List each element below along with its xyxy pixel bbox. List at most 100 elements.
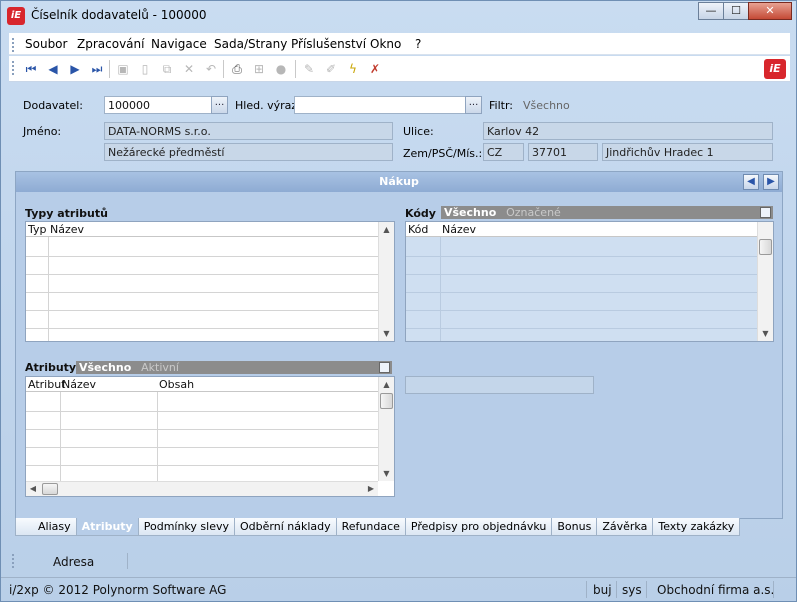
jmeno-label: Jméno: [23,125,62,138]
menu-prislusenstvi[interactable]: Příslušenství [291,37,366,51]
col-kod[interactable]: Kód [408,223,428,236]
col-nazev[interactable]: Název [50,223,84,236]
status-copyright: i/2xp © 2012 Polynorm Software AG [9,583,227,597]
col-atribut[interactable]: Atribut [28,378,66,391]
menu-okno[interactable]: Okno [370,37,401,51]
tree-icon[interactable]: ⊞ [251,61,267,77]
new-document-icon[interactable]: ▯ [137,61,153,77]
globe-icon[interactable]: ● [273,61,289,77]
atributy-filter-bar: Všechno Aktivní [76,361,392,374]
menu-help[interactable]: ? [415,37,421,51]
first-record-icon[interactable]: ⏮ [23,61,39,77]
scroll-thumb[interactable] [380,393,393,409]
status-db: sys [622,583,642,597]
adresa-button[interactable]: Adresa [53,555,94,569]
filtr-label: Filtr: [489,99,513,112]
print-icon[interactable]: ⎙ [229,61,245,77]
hled-vyraz-input[interactable] [294,96,466,114]
cancel-filter-icon[interactable]: ✗ [367,61,383,77]
status-user: buj [593,583,612,597]
title-bar: iE Číselník dodavatelů - 100000 — ☐ ✕ [1,1,796,31]
app-logo-icon: iE [7,7,25,25]
atributy-hscroll[interactable]: ◀ ▶ [26,481,378,496]
menu-navigace[interactable]: Navigace [151,37,207,51]
panel-next-icon[interactable]: ▶ [763,174,779,190]
tab-strip: Aliasy Atributy Podmínky slevy Odběrní n… [15,518,741,538]
panel-prev-icon[interactable]: ◀ [743,174,759,190]
panel-title: Nákup [16,172,782,192]
scroll-down-icon[interactable]: ▼ [379,326,394,341]
hscroll-thumb[interactable] [42,483,58,495]
tab-texty-zakazky[interactable]: Texty zakázky [652,518,741,536]
menu-sada-strany[interactable]: Sada/Strany [214,37,287,51]
kody-vscroll[interactable]: ▼ [757,222,773,341]
atributy-title: Atributy [25,361,77,374]
tab-atributy[interactable]: Atributy [75,518,139,536]
zem-field: CZ [483,143,524,161]
scroll-up-icon[interactable]: ▲ [379,222,394,237]
delete-icon[interactable]: ✕ [181,61,197,77]
misto-field: Jindřichův Hradec 1 [602,143,773,161]
scroll-up-icon[interactable]: ▲ [379,377,394,392]
tab-bonus[interactable]: Bonus [551,518,598,536]
address-bar: Adresa [9,549,790,573]
dodavatel-input[interactable]: 100000 [104,96,212,114]
ulice-label: Ulice: [403,125,434,138]
col-atr-nazev[interactable]: Název [62,378,96,391]
typy-atributu-grid[interactable]: Typ Název ▲ ▼ [25,221,395,342]
save-icon[interactable]: ▣ [115,61,131,77]
tab-zaverka[interactable]: Závěrka [596,518,654,536]
atribut-detail-field [405,376,594,394]
last-record-icon[interactable]: ⏭ [89,61,105,77]
typy-vscroll[interactable]: ▲ ▼ [378,222,394,341]
scroll-down-icon[interactable]: ▼ [758,326,773,341]
lightning-icon[interactable]: ϟ [345,61,361,77]
maximize-button[interactable]: ☐ [723,2,749,20]
tab-podminky-slevy[interactable]: Podmínky slevy [137,518,235,536]
atributy-grid[interactable]: Atribut Název Obsah ▲ ▼ ◀ ▶ [25,376,395,497]
scroll-thumb[interactable] [759,239,772,255]
tab-refundace[interactable]: Refundace [335,518,406,536]
scroll-down-icon[interactable]: ▼ [379,466,394,481]
next-record-icon[interactable]: ▶ [67,61,83,77]
atributy-vscroll[interactable]: ▲ ▼ [378,377,394,481]
kody-filter-toggle-icon[interactable] [760,207,771,218]
prev-record-icon[interactable]: ◀ [45,61,61,77]
kody-grid[interactable]: Kód Název ▼ [405,221,774,342]
toolbar-grip-icon [12,61,14,75]
kody-filter-vsechno[interactable]: Všechno [441,206,496,219]
edit-pen-icon[interactable]: ✎ [301,61,317,77]
jmeno-field-1: DATA-NORMS s.r.o. [104,122,393,140]
scroll-left-icon[interactable]: ◀ [26,482,40,496]
copy-icon[interactable]: ⧉ [159,61,175,77]
hled-vyraz-label: Hled. výraz: [235,99,301,112]
menu-zpracovani[interactable]: Zpracování [77,37,144,51]
col-obsah[interactable]: Obsah [159,378,194,391]
toolbar: ⏮ ◀ ▶ ⏭ ▣ ▯ ⧉ ✕ ↶ ⎙ ⊞ ● ✎ ✐ ϟ ✗ iE [9,56,790,82]
menu-grip-icon [12,38,14,52]
menu-soubor[interactable]: Soubor [25,37,67,51]
tab-aliasy[interactable]: Aliasy [15,518,77,536]
filtr-value[interactable]: Všechno [523,99,570,112]
nakup-panel: Nákup ◀ ▶ Typy atributů Typ Název ▲ ▼ Kó… [15,171,783,519]
edit-pencil-icon[interactable]: ✐ [323,61,339,77]
psc-field: 37701 [528,143,598,161]
tab-odberni-naklady[interactable]: Odběrní náklady [234,518,337,536]
undo-icon[interactable]: ↶ [203,61,219,77]
dodavatel-label: Dodavatel: [23,99,84,112]
close-button[interactable]: ✕ [748,2,792,20]
hled-lookup-button[interactable]: ... [465,96,482,114]
tab-predpisy[interactable]: Předpisy pro objednávku [404,518,553,536]
zem-psc-label: Zem/PSČ/Mís.: [403,147,483,160]
minimize-button[interactable]: — [698,2,724,20]
atr-filter-aktivni[interactable]: Aktivní [141,361,179,374]
atr-filter-vsechno[interactable]: Všechno [76,361,131,374]
status-bar: i/2xp © 2012 Polynorm Software AG buj sy… [1,577,796,601]
scroll-right-icon[interactable]: ▶ [364,482,378,496]
typy-atributu-title: Typy atributů [25,207,108,220]
col-kod-nazev[interactable]: Název [442,223,476,236]
atr-filter-toggle-icon[interactable] [379,362,390,373]
col-typ[interactable]: Typ [28,223,47,236]
kody-filter-oznacene[interactable]: Označené [506,206,561,219]
dodavatel-lookup-button[interactable]: ... [211,96,228,114]
